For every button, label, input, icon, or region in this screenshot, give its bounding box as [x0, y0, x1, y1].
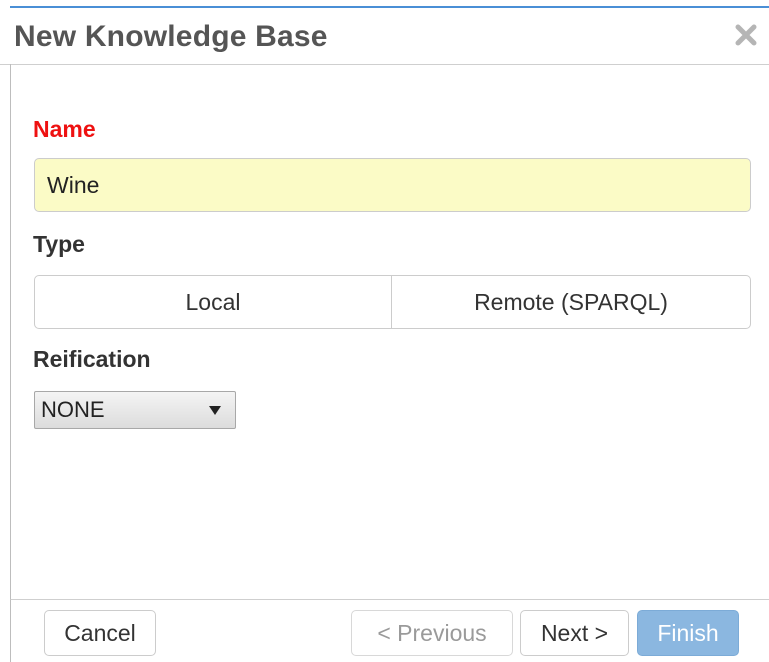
previous-button[interactable]: < Previous: [351, 610, 513, 656]
type-label: Type: [33, 231, 85, 257]
name-input[interactable]: [34, 158, 751, 212]
new-knowledge-base-dialog: New Knowledge Base Name Type Local Remot…: [0, 0, 769, 662]
reification-selected-value: NONE: [41, 397, 105, 422]
reification-select[interactable]: NONE: [34, 391, 236, 429]
cancel-button[interactable]: Cancel: [44, 610, 156, 656]
finish-button[interactable]: Finish: [637, 610, 739, 656]
type-toggle-group: Local Remote (SPARQL): [34, 275, 751, 329]
dropdown-arrow-icon: [209, 406, 221, 415]
next-button[interactable]: Next >: [520, 610, 629, 656]
close-icon[interactable]: [731, 20, 761, 50]
dialog-body: Name Type Local Remote (SPARQL) Reificat…: [10, 64, 769, 600]
dialog-header: New Knowledge Base: [0, 8, 769, 65]
dialog-title: New Knowledge Base: [14, 20, 328, 53]
name-label: Name: [33, 116, 96, 142]
reification-label: Reification: [33, 346, 151, 372]
type-local-button[interactable]: Local: [34, 275, 392, 329]
dialog-footer: Cancel < Previous Next > Finish: [10, 599, 769, 662]
type-remote-sparql-button[interactable]: Remote (SPARQL): [392, 275, 751, 329]
